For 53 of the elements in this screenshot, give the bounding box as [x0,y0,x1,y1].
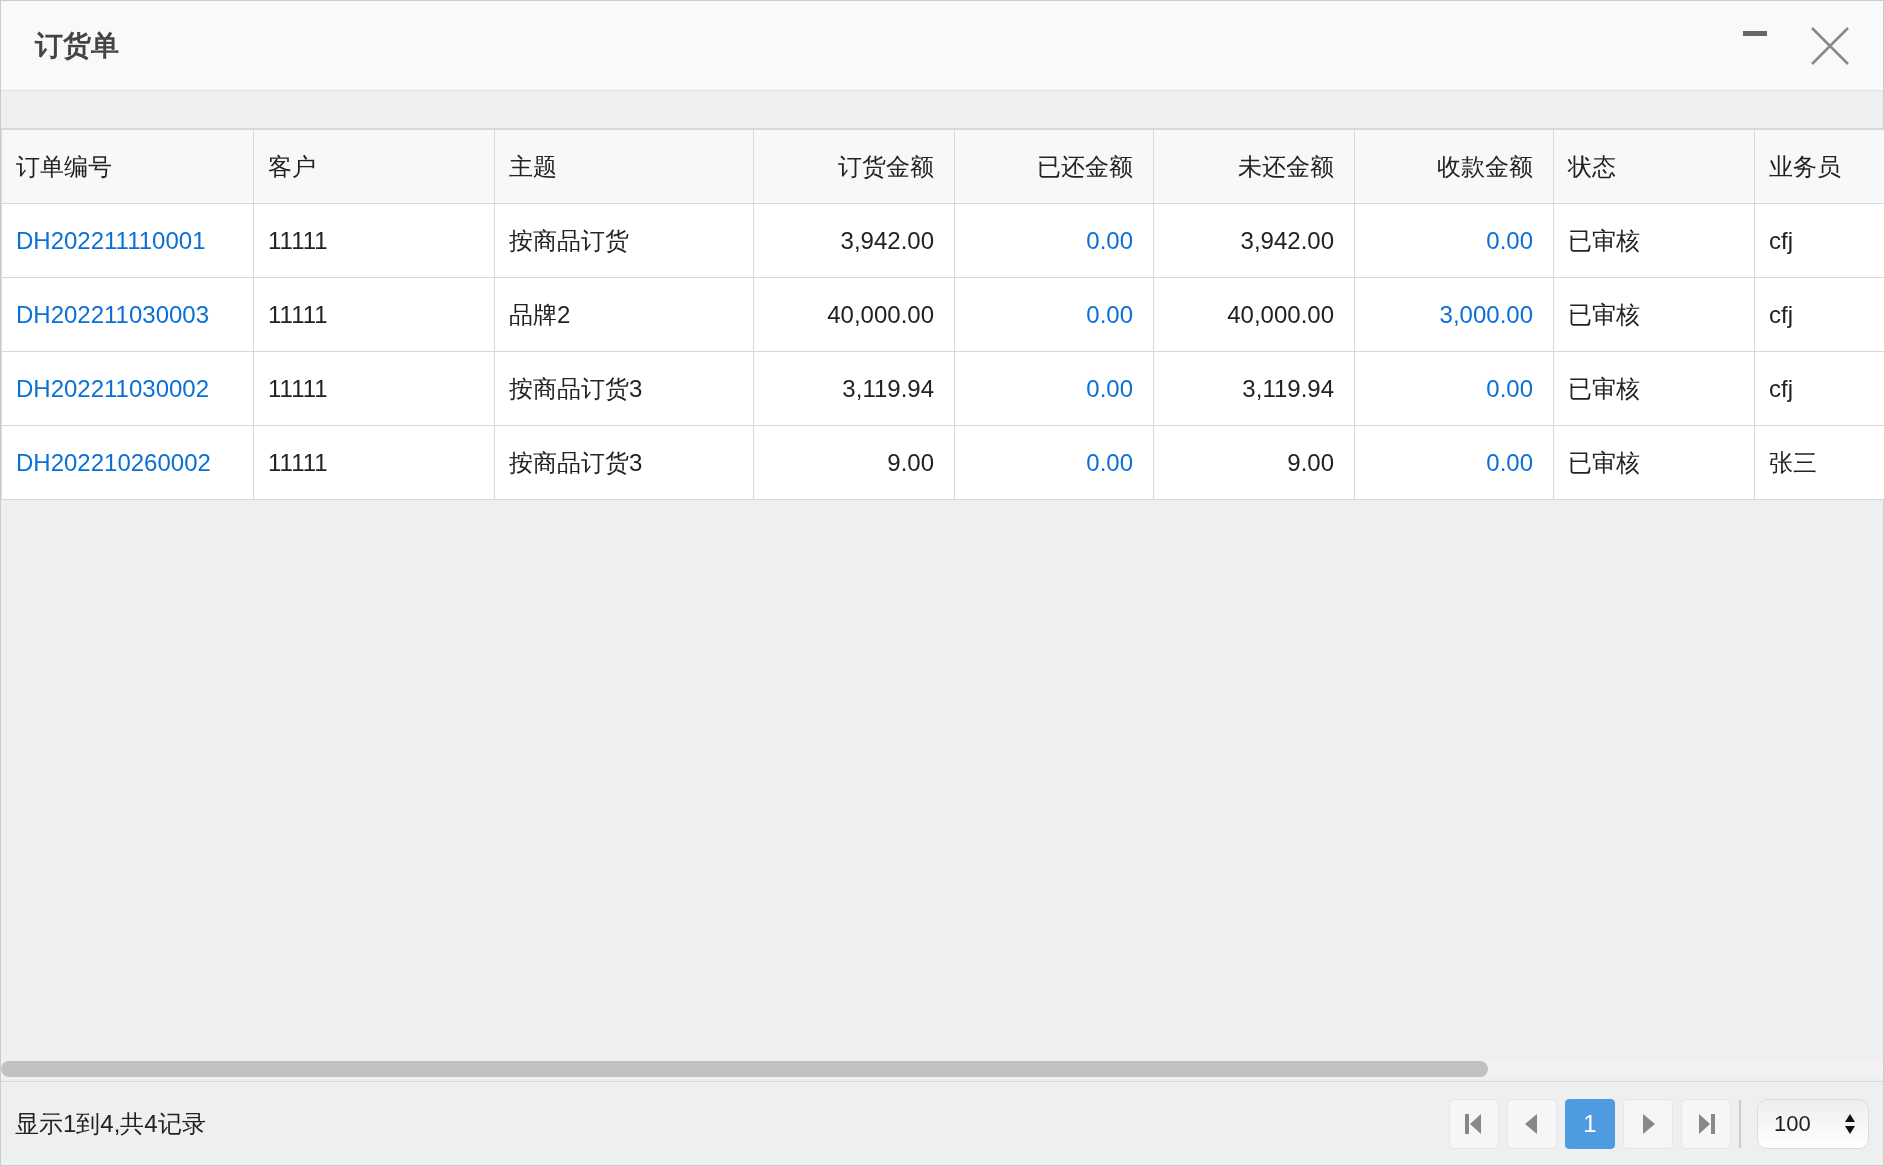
amount-link[interactable]: 0.00 [1086,374,1133,402]
column-header[interactable]: 订单编号 [1,129,254,204]
table-cell: 张三 [1754,425,1884,500]
table-cell: cfj [1754,277,1884,352]
first-page-button[interactable] [1449,1098,1499,1149]
column-header[interactable]: 状态 [1553,129,1755,204]
horizontal-scrollbar[interactable] [1,1061,1883,1077]
column-header[interactable]: 客户 [253,129,495,204]
amount-link[interactable]: 3,000.00 [1439,300,1533,328]
column-header[interactable]: 业务员 [1754,129,1884,204]
amount-link[interactable]: 0.00 [1086,448,1133,476]
column-header[interactable]: 未还金额 [1153,129,1355,204]
close-icon[interactable] [1811,26,1849,65]
scrollbar-thumb[interactable] [1,1061,1488,1077]
table-cell: cfj [1754,203,1884,278]
amount-link[interactable]: 0.00 [1486,374,1533,402]
table-cell: 已审核 [1553,351,1755,426]
amount-link[interactable]: 0.00 [1486,226,1533,254]
table-cell: 3,119.94 [753,351,955,426]
table-cell: 品牌2 [494,277,754,352]
table-cell: 9.00 [1153,425,1355,500]
column-header[interactable]: 主题 [494,129,754,204]
table-cell: 11111 [253,203,495,278]
column-header[interactable]: 已还金额 [954,129,1154,204]
column-header[interactable]: 收款金额 [1354,129,1554,204]
previous-page-button[interactable] [1507,1098,1557,1149]
table-cell: 11111 [253,425,495,500]
table-cell: 已审核 [1553,277,1755,352]
table-cell: 9.00 [753,425,955,500]
amount-link[interactable]: 0.00 [1086,300,1133,328]
amount-link[interactable]: 0.00 [1086,226,1133,254]
table-cell: 按商品订货3 [494,425,754,500]
window-title: 订货单 [35,28,119,63]
table-cell: 3,119.94 [1153,351,1355,426]
table-cell: 按商品订货3 [494,351,754,426]
table-cell: 已审核 [1553,425,1755,500]
page-button[interactable]: 1 [1565,1098,1615,1149]
table-cell: 3,942.00 [1153,203,1355,278]
table-cell: 已审核 [1553,203,1755,278]
minimize-icon[interactable] [1743,30,1767,37]
table-cell: 按商品订货 [494,203,754,278]
table-cell: 40,000.00 [1153,277,1355,352]
table-cell: 3,942.00 [753,203,955,278]
table-cell: 11111 [253,277,495,352]
record-summary: 显示1到4,共4记录 [15,1108,206,1139]
amount-link[interactable]: 0.00 [1486,448,1533,476]
table-cell: 40,000.00 [753,277,955,352]
table-cell: cfj [1754,351,1884,426]
table-cell: 11111 [253,351,495,426]
page-size-select[interactable]: 100 [1757,1098,1869,1149]
next-page-button[interactable] [1623,1098,1673,1149]
last-page-button[interactable] [1681,1098,1731,1149]
column-header[interactable]: 订货金额 [753,129,955,204]
